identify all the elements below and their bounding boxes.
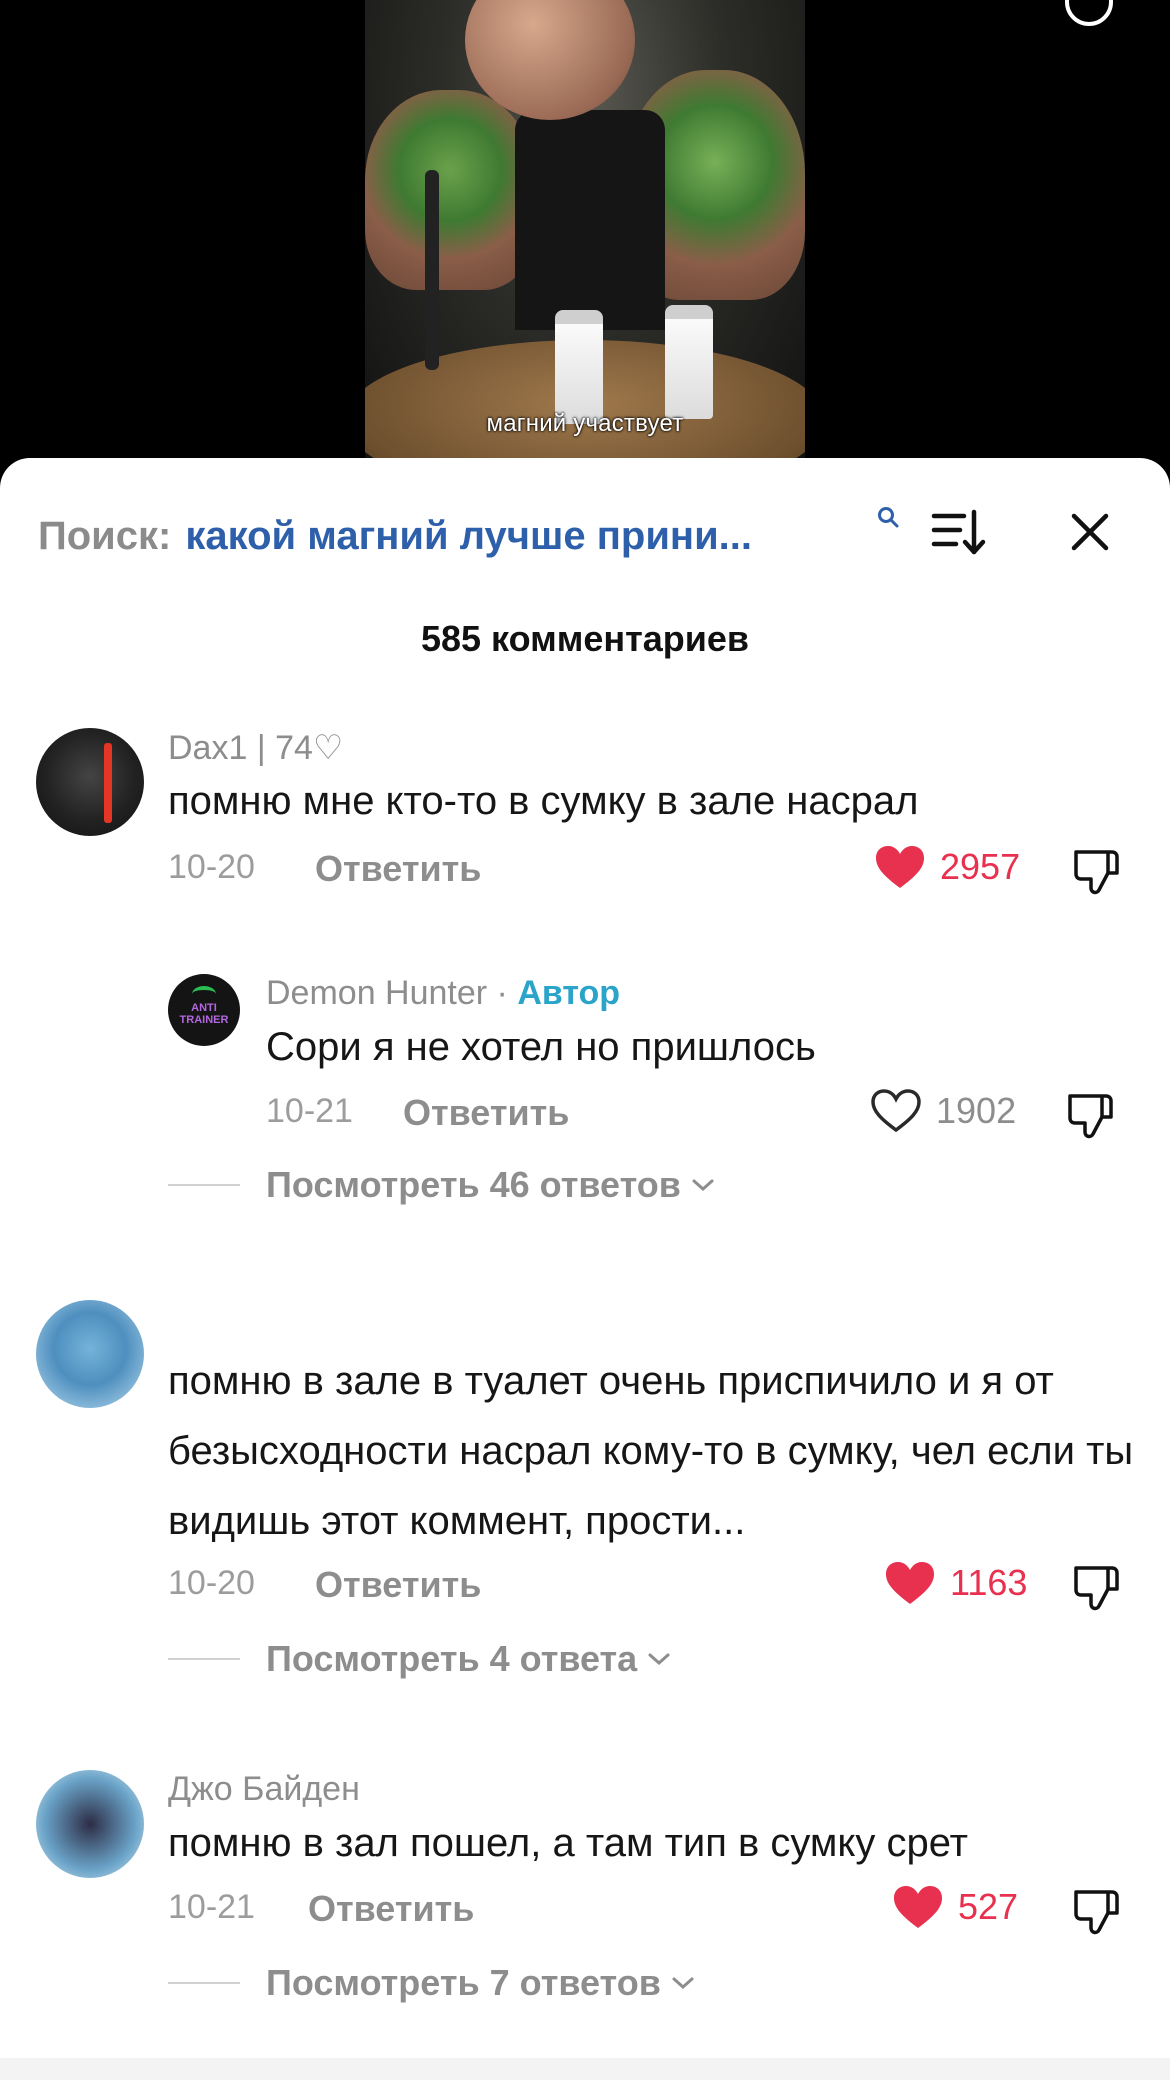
bottom-edge: [0, 2058, 1170, 2080]
avatar[interactable]: [36, 1770, 144, 1878]
like-button[interactable]: 1902: [870, 1088, 1016, 1134]
video-figure-shirt: [515, 110, 665, 330]
video-frame: [365, 0, 805, 460]
divider-line: [168, 1982, 240, 1984]
chevron-down-icon: [692, 1179, 714, 1192]
like-button[interactable]: 2957: [874, 844, 1020, 890]
comment-text: помню в зале в туалет очень приспичило и…: [168, 1359, 1134, 1543]
dislike-icon[interactable]: [1072, 1886, 1124, 1938]
divider-line: [168, 1658, 240, 1660]
comment-date: 10-20: [168, 848, 255, 886]
heart-outline-icon: [871, 1089, 921, 1133]
video-tripod: [425, 170, 439, 370]
separator: ·: [487, 974, 518, 1012]
heart-filled-icon: [876, 846, 924, 888]
avatar[interactable]: [36, 1300, 144, 1408]
view-replies-button[interactable]: Посмотреть 4 ответа: [168, 1638, 671, 1680]
comment-text: помню в зал пошел, а там тип в сумку сре…: [168, 1821, 968, 1865]
chevron-down-icon: [672, 1977, 694, 1990]
author-badge: Автор: [517, 974, 621, 1012]
reply-username-text: Demon Hunter: [266, 974, 488, 1012]
close-icon[interactable]: [1066, 508, 1114, 556]
like-button[interactable]: 1163: [884, 1560, 1027, 1606]
search-icon[interactable]: [877, 506, 899, 528]
like-count: 1902: [936, 1090, 1017, 1131]
chevron-down-icon: [648, 1653, 670, 1666]
view-replies-button[interactable]: Посмотреть 7 ответов: [168, 1962, 695, 2004]
comment-date: 10-21: [168, 1888, 255, 1926]
comments-count: 585 комментариев: [420, 618, 750, 659]
like-count: 2957: [940, 846, 1021, 887]
video-caption: магний участвует: [486, 410, 684, 437]
dislike-icon[interactable]: [1072, 846, 1124, 898]
comment-search-bar[interactable]: Поиск: какой магний лучше прини...: [38, 506, 752, 566]
heart-filled-icon: [886, 1562, 934, 1604]
divider-line: [168, 1184, 240, 1186]
view-replies-label: Посмотреть 46 ответов: [266, 1164, 681, 1205]
avatar-logo-text: ANTI TRAINER: [179, 1002, 229, 1026]
heart-filled-icon: [894, 1886, 942, 1928]
reply-button[interactable]: Ответить: [315, 848, 481, 890]
avatar[interactable]: ANTI TRAINER: [168, 974, 240, 1046]
comment-username[interactable]: Джо Байден: [168, 1770, 360, 1809]
sort-icon[interactable]: [930, 506, 988, 558]
video-bottle: [555, 310, 603, 424]
video-figure-shoulder: [365, 90, 535, 290]
video-player[interactable]: магний участвует: [0, 0, 1170, 470]
dislike-icon[interactable]: [1072, 1562, 1124, 1614]
view-replies-label: Посмотреть 4 ответа: [266, 1638, 638, 1679]
dislike-icon[interactable]: [1066, 1090, 1118, 1142]
comment-username[interactable]: Dax1 | 74♡: [168, 728, 343, 768]
view-replies-button[interactable]: Посмотреть 46 ответов: [168, 1164, 715, 1206]
like-count: 1163: [950, 1562, 1028, 1603]
view-replies-label: Посмотреть 7 ответов: [266, 1962, 661, 2003]
reply-button[interactable]: Ответить: [315, 1564, 481, 1606]
reply-button[interactable]: Ответить: [403, 1092, 569, 1134]
video-bottle: [665, 305, 713, 419]
like-button[interactable]: 527: [892, 1884, 1018, 1930]
comment-date: 10-20: [168, 1564, 255, 1602]
like-count: 527: [958, 1886, 1019, 1927]
reply-username[interactable]: Demon Hunter · Автор: [266, 974, 620, 1013]
comment-text: помню мне кто-то в сумку в зале насрал: [168, 779, 919, 823]
reply-text: Сори я не хотел но пришлось: [266, 1025, 816, 1069]
reply-button[interactable]: Ответить: [308, 1888, 474, 1930]
avatar[interactable]: [36, 728, 144, 836]
search-query[interactable]: какой магний лучше прини...: [185, 514, 752, 559]
comments-sheet: Поиск: какой магний лучше прини... 585 к…: [0, 458, 1170, 2080]
search-prefix: Поиск:: [38, 513, 172, 558]
search-icon[interactable]: [1065, 0, 1113, 26]
reply-date: 10-21: [266, 1092, 353, 1130]
